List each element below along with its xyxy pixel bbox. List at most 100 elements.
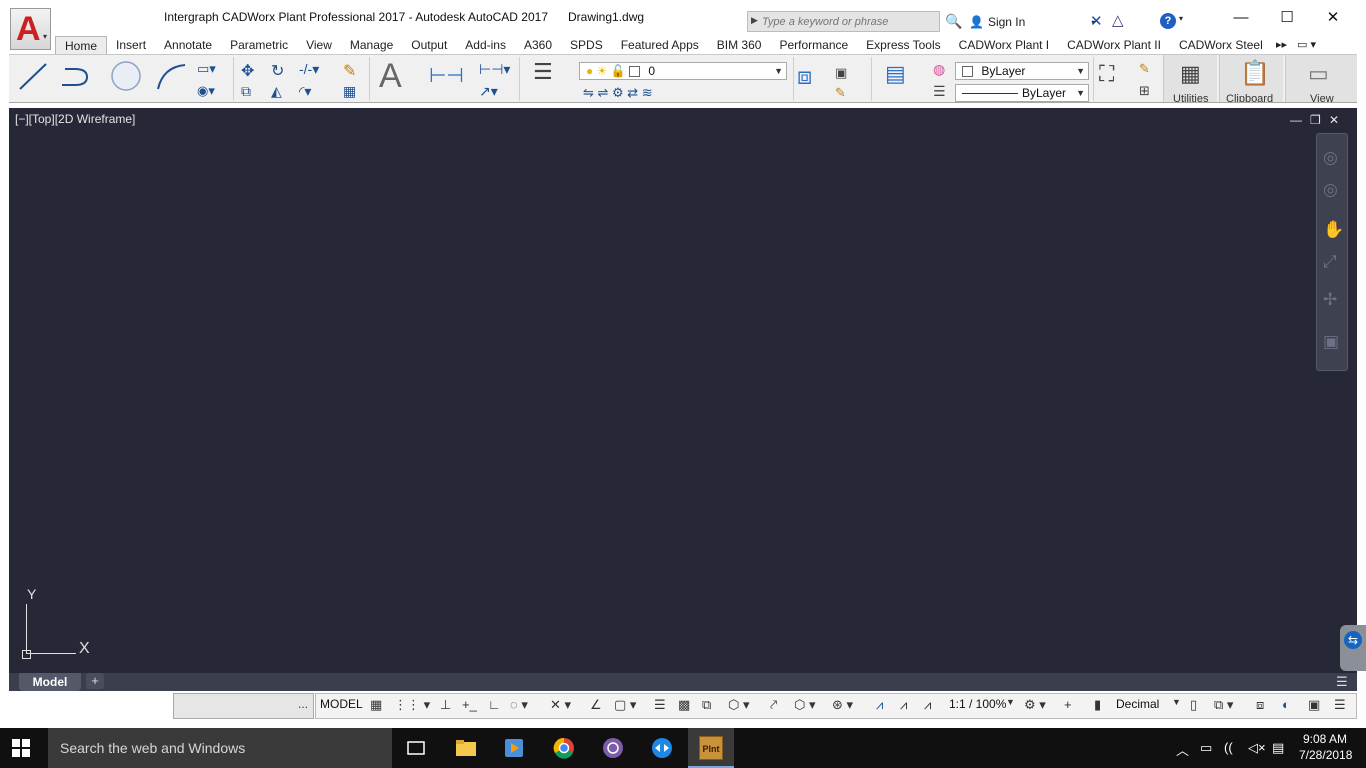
- array-tool-icon[interactable]: ▦: [343, 83, 356, 100]
- dynamic-input-icon[interactable]: +_: [462, 697, 477, 712]
- copy-tool-icon[interactable]: ⧉: [241, 83, 251, 100]
- full-navigation-wheel-icon[interactable]: ◎: [1323, 180, 1338, 200]
- command-line-options[interactable]: ...: [298, 697, 308, 711]
- layout-menu-icon[interactable]: ☰: [1336, 674, 1348, 690]
- navigation-bar[interactable]: ◎ ◎ ✋ ⤢ ✢ ▣: [1316, 133, 1348, 371]
- tab-cadworx-plant-i[interactable]: CADWorx Plant I: [950, 36, 1058, 54]
- linear-dimension-icon[interactable]: ⊢⊣▾: [479, 61, 510, 78]
- close-button[interactable]: ✕: [1310, 7, 1356, 29]
- view-group-button[interactable]: ▭ View: [1285, 55, 1357, 102]
- model-tab[interactable]: Model: [19, 673, 81, 691]
- minimize-button[interactable]: —: [1218, 7, 1264, 29]
- clipboard-group-button[interactable]: 📋 Clipboard: [1219, 55, 1283, 102]
- text-tool-icon[interactable]: A: [379, 57, 402, 96]
- tab-bim-360[interactable]: BIM 360: [708, 36, 771, 54]
- viewport-minimize-button[interactable]: —: [1290, 113, 1302, 127]
- autodesk-a360-icon[interactable]: △: [1112, 11, 1124, 29]
- utilities-group-button[interactable]: ▦ Utilities: [1163, 55, 1217, 102]
- taskbar-search-input[interactable]: [60, 738, 380, 758]
- file-explorer-icon[interactable]: [455, 737, 477, 759]
- tab-annotate[interactable]: Annotate: [155, 36, 221, 54]
- snap-icon[interactable]: ⋮⋮ ▾: [394, 697, 430, 713]
- chevron-down-icon[interactable]: ▼: [1172, 697, 1181, 707]
- model-space-button[interactable]: MODEL: [320, 697, 363, 711]
- trim-tool-icon[interactable]: -/-▾: [299, 61, 319, 78]
- group-edit-icon[interactable]: ⊞: [1139, 83, 1150, 99]
- object-snap-icon[interactable]: ▢ ▾: [614, 697, 636, 713]
- application-menu-button[interactable]: A ▾: [10, 8, 51, 50]
- annotation-monitor-icon[interactable]: +: [1064, 697, 1072, 712]
- isometric-icon[interactable]: ✕ ▾: [550, 697, 571, 713]
- dynamic-ucs-icon[interactable]: ⤤: [770, 697, 777, 713]
- media-player-icon[interactable]: [503, 737, 525, 759]
- sign-in-button[interactable]: 👤 Sign In ▾: [969, 13, 1095, 31]
- clock-time[interactable]: 9:08 AM: [1303, 732, 1347, 746]
- ortho-icon[interactable]: ∟: [488, 697, 501, 712]
- add-layout-button[interactable]: +: [86, 673, 104, 689]
- pan-hand-icon[interactable]: ✋: [1323, 220, 1344, 240]
- start-button[interactable]: [12, 739, 30, 757]
- ungroup-icon[interactable]: ✎: [1139, 61, 1150, 77]
- group-tool-icon[interactable]: ⛶: [1099, 61, 1114, 87]
- tab-add-ins[interactable]: Add-ins: [456, 36, 515, 54]
- tab-output[interactable]: Output: [402, 36, 456, 54]
- orbit-icon[interactable]: ✢: [1323, 290, 1337, 310]
- leader-tool-icon[interactable]: ↗▾: [479, 83, 498, 100]
- tab-parametric[interactable]: Parametric: [221, 36, 297, 54]
- purple-app-icon[interactable]: [602, 737, 624, 759]
- help-search-box[interactable]: ▶: [747, 11, 940, 32]
- tab-performance[interactable]: Performance: [770, 36, 857, 54]
- move-tool-icon[interactable]: ✥: [241, 61, 254, 81]
- workspace-gear-icon[interactable]: ⚙ ▾: [1024, 697, 1046, 713]
- hatch-tool-icon[interactable]: ◉▾: [197, 83, 215, 99]
- teamviewer-panel[interactable]: ⇆: [1340, 625, 1366, 671]
- edit-block-icon[interactable]: ✎: [835, 85, 846, 101]
- dimension-tool-icon[interactable]: ⊢⊣: [429, 63, 464, 88]
- selection-filter-icon[interactable]: ⬡ ▾: [794, 697, 816, 713]
- tab-home[interactable]: Home: [55, 36, 108, 54]
- zoom-extents-icon[interactable]: ⤢: [1323, 252, 1337, 272]
- taskbar-search-box[interactable]: [48, 728, 392, 768]
- linetype-dropdown[interactable]: ByLayer ▼: [955, 84, 1089, 102]
- help-search-input[interactable]: [762, 13, 937, 30]
- chrome-icon[interactable]: [553, 737, 575, 759]
- annotation-visibility-icon[interactable]: ⩘: [876, 697, 883, 713]
- transparency-icon[interactable]: ▩: [678, 697, 690, 713]
- isolate-objects-icon[interactable]: ⧈: [1256, 697, 1264, 713]
- volume-muted-icon[interactable]: ◁×: [1248, 740, 1266, 756]
- gizmo-icon[interactable]: ⊛ ▾: [832, 697, 853, 713]
- object-snap-tracking-icon[interactable]: ∠: [590, 697, 602, 713]
- network-icon[interactable]: ((: [1224, 740, 1233, 755]
- steering-wheel-icon[interactable]: ◎: [1323, 148, 1338, 168]
- lineweight-icon[interactable]: ☰: [933, 83, 946, 100]
- battery-icon[interactable]: ▭: [1200, 740, 1212, 756]
- selection-cycling-icon[interactable]: ⧉: [702, 697, 711, 713]
- viewport-close-button[interactable]: ✕: [1329, 113, 1339, 127]
- rotate-tool-icon[interactable]: ↻: [271, 61, 284, 81]
- notification-icon[interactable]: ▤: [1272, 740, 1284, 756]
- 3d-object-snap-icon[interactable]: ⬡ ▾: [728, 697, 750, 713]
- tab-a360[interactable]: A360: [515, 36, 561, 54]
- layer-properties-icon[interactable]: ☰: [533, 59, 553, 85]
- show-hidden-icons-icon[interactable]: ︿: [1176, 740, 1189, 759]
- units-value[interactable]: Decimal: [1116, 697, 1159, 711]
- polar-tracking-icon[interactable]: ◌ ▾: [510, 697, 528, 713]
- quick-properties-icon[interactable]: ▯: [1190, 697, 1197, 713]
- color-dropdown[interactable]: ByLayer ▼: [955, 62, 1089, 80]
- match-properties-icon[interactable]: ▤: [885, 61, 906, 87]
- help-icon[interactable]: ?: [1160, 13, 1176, 29]
- binoculars-icon[interactable]: 🔍: [945, 13, 962, 30]
- expand-arrow-icon[interactable]: ▶: [751, 15, 758, 26]
- lineweight-toggle-icon[interactable]: ☰: [654, 697, 666, 713]
- infer-constraints-icon[interactable]: ⊥: [440, 697, 451, 713]
- rectangle-tool-icon[interactable]: ▭▾: [197, 61, 216, 77]
- maximize-button[interactable]: ☐: [1264, 7, 1310, 29]
- annotation-scale-icon[interactable]: ⩘: [924, 697, 931, 713]
- customization-icon[interactable]: ☰: [1334, 697, 1346, 713]
- tab-spds[interactable]: SPDS: [561, 36, 612, 54]
- layer-tools-icons[interactable]: ⇋ ⇌ ⚙ ⇄ ≋: [583, 85, 653, 101]
- tab-cadworx-plant-ii[interactable]: CADWorx Plant II: [1058, 36, 1170, 54]
- viewport-restore-button[interactable]: ❐: [1310, 113, 1321, 127]
- layer-dropdown[interactable]: ● ☀ 🔓 0 ▼: [579, 62, 787, 80]
- viewport-controls-label[interactable]: [−][Top][2D Wireframe]: [15, 112, 135, 126]
